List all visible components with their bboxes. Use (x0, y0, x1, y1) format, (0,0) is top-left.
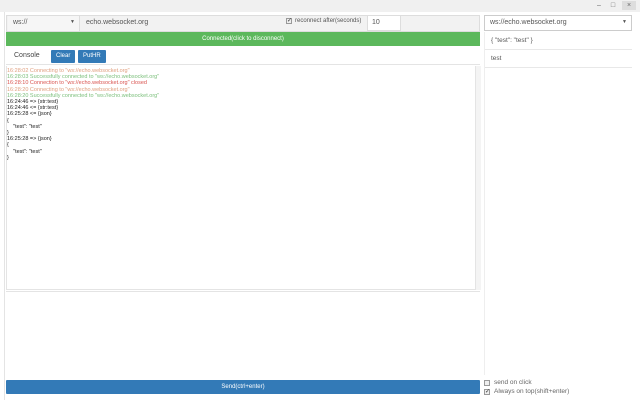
history-url-select[interactable]: ws://echo.websocket.org ▼ (484, 15, 632, 31)
console-scrollbar[interactable] (476, 66, 481, 290)
options: send on click ✓ Always on top(shift+enter… (484, 378, 569, 396)
host-input[interactable]: echo.websocket.org (84, 16, 280, 31)
minimize-button[interactable]: – (592, 1, 606, 10)
send-button[interactable]: Send(ctrl+enter) (6, 380, 480, 394)
title-bar: – □ × (0, 0, 640, 12)
reconnect-seconds-input[interactable]: 10 (367, 15, 401, 31)
message-input[interactable] (6, 291, 480, 379)
send-on-click-option[interactable]: send on click (484, 378, 569, 387)
reconnect-checkbox[interactable]: ✓ (286, 18, 292, 24)
always-on-top-checkbox[interactable]: ✓ (484, 388, 490, 395)
chevron-down-icon: ▼ (622, 19, 627, 25)
history-list: { "test": "test" } test (484, 32, 632, 375)
put-hr-button[interactable]: PutHR (78, 50, 106, 63)
history-url-value: ws://echo.websocket.org (490, 19, 567, 26)
always-on-top-label: Always on top(shift+enter) (494, 388, 570, 395)
maximize-button[interactable]: □ (606, 1, 620, 10)
protocol-value: ws:// (13, 19, 28, 26)
always-on-top-option[interactable]: ✓ Always on top(shift+enter) (484, 387, 569, 396)
send-on-click-checkbox[interactable] (484, 379, 490, 386)
reconnect-option[interactable]: ✓ reconnect after(seconds) (286, 18, 361, 24)
history-item[interactable]: test (485, 50, 632, 68)
clear-button[interactable]: Clear (51, 50, 76, 63)
reconnect-label: reconnect after(seconds) (295, 18, 362, 24)
chevron-down-icon: ▼ (70, 19, 75, 25)
protocol-select[interactable]: ws:// ▼ (8, 16, 80, 31)
connection-status-button[interactable]: Connected(click to disconnect) (6, 32, 480, 46)
history-item[interactable]: { "test": "test" } (485, 32, 632, 50)
close-button[interactable]: × (622, 1, 636, 10)
console-toolbar: Console Clear PutHR (6, 47, 480, 65)
console-log: 16:28:02 Connecting to "ws://echo.websoc… (6, 66, 476, 290)
log-line: } (7, 154, 9, 161)
tab-console[interactable]: Console (14, 52, 40, 59)
send-on-click-label: send on click (494, 379, 532, 386)
